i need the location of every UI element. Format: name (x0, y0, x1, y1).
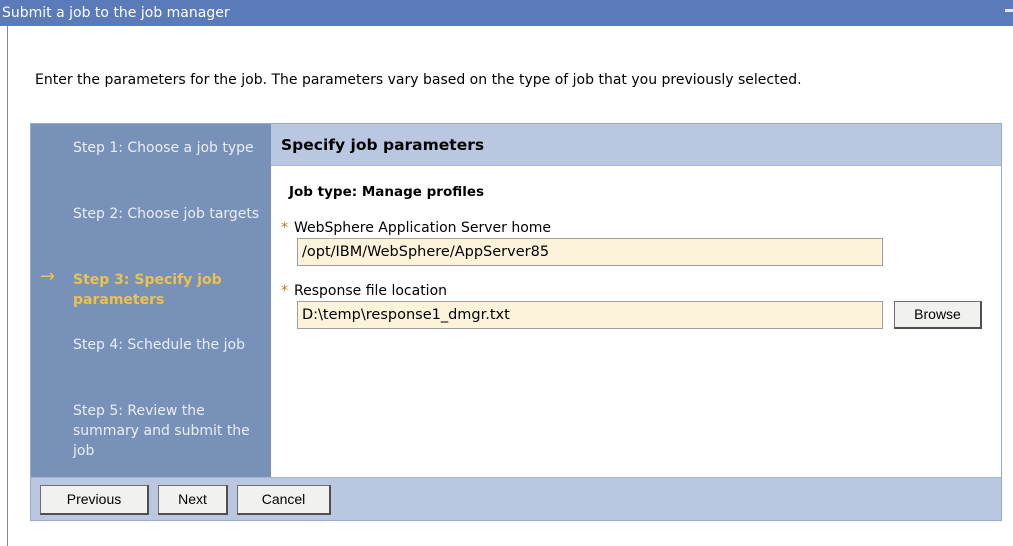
panel-title: Specify job parameters (271, 124, 1001, 166)
browse-button[interactable]: Browse (894, 301, 982, 329)
step-3-label: Step 3: Specify job parameters (73, 272, 222, 308)
left-divider (7, 26, 8, 546)
job-type-label: Job type: Manage profiles (289, 184, 485, 200)
response-file-input[interactable]: D:\temp\response1_dmgr.txt (297, 301, 883, 329)
cancel-button[interactable]: Cancel (237, 485, 331, 515)
steps-sidebar: Step 1: Choose a job type Step 2: Choose… (31, 124, 271, 477)
intro-text: Enter the parameters for the job. The pa… (35, 72, 802, 88)
step-1-label: Step 1: Choose a job type (73, 140, 254, 156)
arrow-right-icon: → (40, 266, 56, 287)
was-home-label-text: WebSphere Application Server home (294, 220, 552, 236)
was-home-label: * WebSphere Application Server home (281, 219, 551, 237)
wizard-footer: Previous Next Cancel (31, 477, 1001, 520)
required-icon: * (281, 220, 288, 236)
window-title-bar: Submit a job to the job manager (0, 0, 1013, 26)
next-button[interactable]: Next (158, 485, 228, 515)
was-home-input[interactable]: /opt/IBM/WebSphere/AppServer85 (297, 238, 883, 266)
step-5-label: Step 5: Review the summary and submit th… (73, 403, 250, 459)
previous-button[interactable]: Previous (40, 485, 149, 515)
window-title: Submit a job to the job manager (2, 5, 230, 21)
minimize-icon[interactable] (1005, 9, 1013, 12)
step-2-label: Step 2: Choose job targets (73, 206, 260, 222)
step-4-label: Step 4: Schedule the job (73, 337, 245, 353)
wizard-panel: Step 1: Choose a job type Step 2: Choose… (30, 123, 1002, 521)
response-file-label-text: Response file location (294, 283, 448, 299)
required-icon: * (281, 283, 288, 299)
response-file-label: * Response file location (281, 282, 447, 300)
